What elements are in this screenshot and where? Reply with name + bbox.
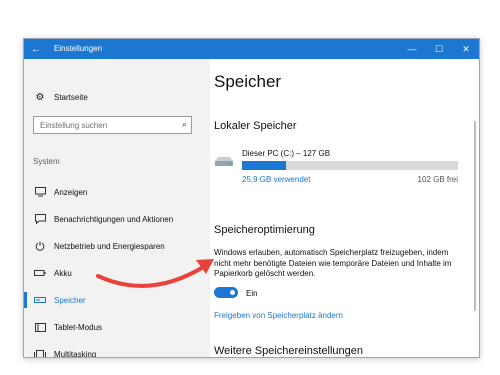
settings-window: ← Einstellungen — ☐ ✕ ⚙ Startseite Einst… [23,38,480,358]
more-settings-heading: Weitere Speichereinstellungen [214,345,363,357]
drive-used: 25,9 GB verwendet [242,175,311,184]
back-arrow-icon: ← [31,43,41,55]
minimize-button[interactable]: — [399,39,425,59]
toggle-label: Ein [246,289,258,298]
title-bar: ← Einstellungen — ☐ ✕ [24,39,479,59]
sidebar-item-tablet-modus[interactable]: Tablet-Modus [24,316,210,338]
search-placeholder: Einstellung suchen [40,121,108,130]
notification-icon [33,214,47,224]
sidebar-item-label: Tablet-Modus [54,322,103,332]
local-storage-heading: Lokaler Speicher [214,120,297,132]
drive-entry[interactable]: Dieser PC (C:) – 127 GB 25,9 GB verwende… [214,149,460,189]
page-title: Speicher [214,72,282,91]
optimization-description: Windows erlauben, automatisch Speicherpl… [214,248,452,278]
sidebar-item-label: Benachrichtigungen und Aktionen [54,214,174,224]
section-label: System [33,157,60,166]
maximize-button[interactable]: ☐ [426,39,452,59]
home-label: Startseite [54,93,88,102]
toggle-knob [230,290,235,295]
sidebar-item-akku[interactable]: Akku [24,262,210,284]
main-content: Speicher Lokaler Speicher Dieser PC (C:)… [210,59,479,357]
drive-usage-fill [242,161,287,170]
home-link[interactable]: ⚙ Startseite [33,92,88,103]
sidebar-item-benachrichtigungen[interactable]: Benachrichtigungen und Aktionen [24,208,210,230]
sidebar-item-multitasking[interactable]: Multitasking [24,343,210,358]
minimize-icon: — [407,44,417,54]
selection-indicator [24,292,27,308]
sidebar-item-anzeigen[interactable]: Anzeigen [24,181,210,203]
power-icon [33,241,47,251]
drive-free: 102 GB frei [417,175,458,184]
sidebar-item-label: Multitasking [54,349,97,358]
search-input[interactable]: Einstellung suchen ⌕ [33,116,192,134]
maximize-icon: ☐ [434,43,444,54]
gear-icon: ⚙ [35,92,45,103]
close-button[interactable]: ✕ [453,39,479,59]
battery-icon [33,269,47,277]
window-title: Einstellungen [54,44,103,53]
sidebar: ⚙ Startseite Einstellung suchen ⌕ System… [24,59,210,357]
drive-name: Dieser PC (C:) – 127 GB [242,149,331,158]
close-icon: ✕ [462,43,470,54]
sidebar-item-label: Netzbetrieb und Energiesparen [54,241,165,251]
drive-usage-bar [242,161,458,170]
scrollbar[interactable] [474,121,476,311]
storage-sense-toggle[interactable] [214,287,238,298]
monitor-icon [33,187,47,197]
search-icon: ⌕ [181,119,187,129]
multitasking-icon [33,349,47,357]
pc-drive-icon [215,157,233,166]
sidebar-item-label: Speicher [54,295,86,305]
sidebar-item-label: Akku [54,268,72,278]
sidebar-item-label: Anzeigen [54,187,88,197]
change-free-space-link[interactable]: Freigeben von Speicherplatz ändern [214,311,343,320]
back-button[interactable]: ← [24,39,48,59]
sidebar-item-speicher[interactable]: Speicher [24,289,210,311]
sidebar-item-netzbetrieb[interactable]: Netzbetrieb und Energiesparen [24,235,210,257]
tablet-icon [33,322,47,332]
optimization-heading: Speicheroptimierung [214,224,315,236]
storage-icon [33,296,47,304]
